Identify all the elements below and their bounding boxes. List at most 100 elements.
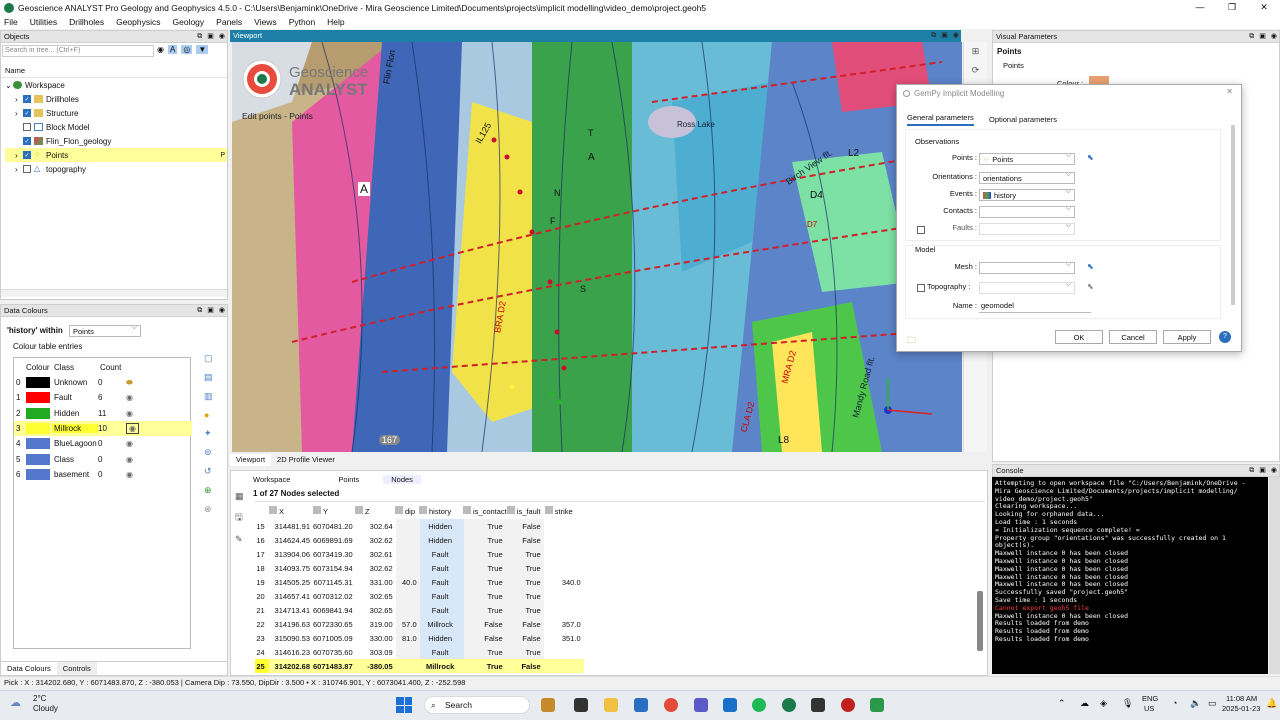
- cell-y[interactable]: 6073419.30: [313, 547, 356, 561]
- column-header[interactable]: strike: [555, 507, 573, 516]
- new-entry-icon[interactable]: ▢: [204, 353, 213, 364]
- object-select[interactable]: Points: [69, 324, 141, 337]
- checkbox-points[interactable]: ✓: [23, 151, 31, 159]
- cell-n[interactable]: 25: [255, 659, 269, 673]
- mesh-select[interactable]: [979, 261, 1075, 274]
- cell-x[interactable]: 314481.91: [269, 519, 313, 533]
- cell-y[interactable]: 6071483.87: [313, 659, 356, 673]
- cell-s[interactable]: 351.0: [544, 631, 584, 645]
- table-grid-icon[interactable]: ▦: [235, 491, 244, 502]
- colour-table-row[interactable]: 4 BlueLagoon 0 ◉: [14, 436, 192, 451]
- eye-icon[interactable]: ◉: [1271, 465, 1277, 477]
- cell-hist[interactable]: Hidden: [419, 631, 464, 645]
- table-row[interactable]: 22 314196.63 6072330.65 319.00 57.0 Millrock F…: [255, 617, 584, 631]
- checkbox-topography[interactable]: [23, 165, 31, 173]
- cell-x[interactable]: 314196.63: [269, 617, 313, 631]
- pick-mesh-icon[interactable]: ⬉: [1087, 262, 1094, 271]
- geoscience-analyst-taskbar-icon[interactable]: [782, 698, 796, 712]
- menu-python[interactable]: Python: [289, 17, 315, 27]
- cell-x[interactable]: 314624.45: [269, 533, 313, 547]
- colour-swatch[interactable]: [26, 407, 50, 419]
- class-name[interactable]: Class: [52, 455, 98, 464]
- checkbox-block-model[interactable]: [23, 123, 31, 131]
- visibility-eye-icon[interactable]: ◉: [157, 45, 164, 54]
- column-menu-icon[interactable]: [506, 506, 515, 514]
- column-menu-icon[interactable]: [395, 506, 403, 514]
- dialog-close-icon[interactable]: ✕: [1226, 87, 1233, 96]
- model-name-input[interactable]: geomodel: [979, 301, 1091, 313]
- cell-y[interactable]: 6073154.94: [313, 561, 356, 575]
- search-input[interactable]: Search in tree... (Ctrl+F): [2, 45, 154, 57]
- cell-f[interactable]: True: [505, 561, 544, 575]
- teams-icon[interactable]: [694, 698, 708, 712]
- class-name[interactable]: Unknown: [52, 378, 98, 387]
- cell-y[interactable]: 6071005.09: [313, 631, 356, 645]
- tab-controls[interactable]: Controls: [56, 662, 97, 675]
- cell-x[interactable]: 313904.06: [269, 547, 313, 561]
- wifi-icon[interactable]: ◔: [1172, 698, 1177, 708]
- cell-c[interactable]: False: [463, 631, 506, 645]
- cell-hist[interactable]: Hidden: [419, 519, 464, 533]
- pick-points-icon[interactable]: ⬉: [1087, 153, 1094, 162]
- cell-y[interactable]: 6070312.02: [313, 589, 356, 603]
- cell-z[interactable]: 330.00: [356, 631, 396, 645]
- cell-hist[interactable]: Fault: [419, 547, 464, 561]
- float-icon[interactable]: ⧉: [197, 31, 202, 43]
- cell-s[interactable]: [544, 547, 584, 561]
- pin-icon[interactable]: ▣: [207, 31, 214, 43]
- eye-icon[interactable]: ◉: [1271, 31, 1277, 43]
- table-row[interactable]: 20 314657.41 6070312.02 302.65 Fault True True: [255, 589, 584, 603]
- cell-s[interactable]: 357.0: [544, 617, 584, 631]
- points-select[interactable]: ⁘ Points: [979, 152, 1075, 165]
- highlight-icon[interactable]: ●: [204, 410, 213, 420]
- colour-swatch[interactable]: [26, 392, 50, 404]
- cell-dip[interactable]: [395, 603, 420, 617]
- column-menu-icon[interactable]: [544, 506, 553, 514]
- console-scrollbar[interactable]: [1269, 477, 1280, 674]
- close-button[interactable]: ✕: [1248, 0, 1280, 15]
- cell-x[interactable]: 314713.41: [269, 603, 313, 617]
- column-menu-icon[interactable]: [313, 506, 321, 514]
- menu-drillholes[interactable]: Drillholes: [69, 17, 104, 27]
- cell-dip[interactable]: 57.0: [395, 617, 420, 631]
- colour-table-row[interactable]: 3 Millrock 10 ◉: [14, 420, 192, 437]
- column-header[interactable]: is_contact: [473, 507, 507, 516]
- checkbox-flin-flon[interactable]: ✓: [23, 137, 31, 145]
- cell-x[interactable]: 315090.53: [269, 631, 313, 645]
- terminal-app-icon[interactable]: [574, 698, 588, 712]
- topography-checkbox[interactable]: [917, 284, 925, 292]
- cell-s[interactable]: [544, 533, 584, 547]
- random-colour-icon[interactable]: ✦: [204, 428, 213, 439]
- topography-select[interactable]: [979, 281, 1075, 294]
- pick-topography-icon[interactable]: ⬉: [1087, 282, 1094, 291]
- save-icon[interactable]: 🖫: [235, 510, 244, 526]
- console-output[interactable]: Attempting to open workspace file "C:/Us…: [992, 477, 1268, 674]
- table-row[interactable]: 16 314624.45 6069891.69 302.62 Hidden True Fal…: [255, 533, 584, 547]
- export-icon[interactable]: ▥: [204, 391, 213, 402]
- cell-f[interactable]: False: [505, 519, 544, 533]
- column-menu-icon[interactable]: [419, 506, 427, 514]
- cell-n[interactable]: 17: [255, 547, 269, 561]
- cell-n[interactable]: 23: [255, 631, 269, 645]
- cell-y[interactable]: 6072330.65: [313, 617, 356, 631]
- cell-z[interactable]: 302.65: [356, 603, 396, 617]
- minimize-button[interactable]: —: [1184, 0, 1216, 15]
- contacts-select[interactable]: [979, 205, 1075, 218]
- filter-icon[interactable]: ▼: [196, 45, 209, 54]
- pin-icon[interactable]: ▣: [1259, 465, 1266, 477]
- float-icon[interactable]: ⧉: [1249, 465, 1254, 477]
- filter-b-icon[interactable]: ◎: [181, 45, 193, 54]
- checkbox-drillholes[interactable]: ✓: [23, 95, 31, 103]
- cell-n[interactable]: 16: [255, 533, 269, 547]
- cell-hist[interactable]: Hidden: [419, 533, 464, 547]
- tab-data-colours[interactable]: Data Colours: [1, 662, 57, 675]
- dialog-scrollbar[interactable]: [1231, 125, 1235, 305]
- cell-f[interactable]: True: [505, 547, 544, 561]
- cell-c[interactable]: True: [463, 519, 506, 533]
- taskbar-search[interactable]: ⌕ Search: [424, 696, 530, 714]
- cell-s[interactable]: [543, 659, 584, 673]
- notification-bell-icon[interactable]: 🔔: [1266, 698, 1277, 709]
- class-name[interactable]: Hidden: [52, 409, 98, 418]
- column-menu-icon[interactable]: [269, 506, 277, 514]
- cell-s[interactable]: [544, 519, 584, 533]
